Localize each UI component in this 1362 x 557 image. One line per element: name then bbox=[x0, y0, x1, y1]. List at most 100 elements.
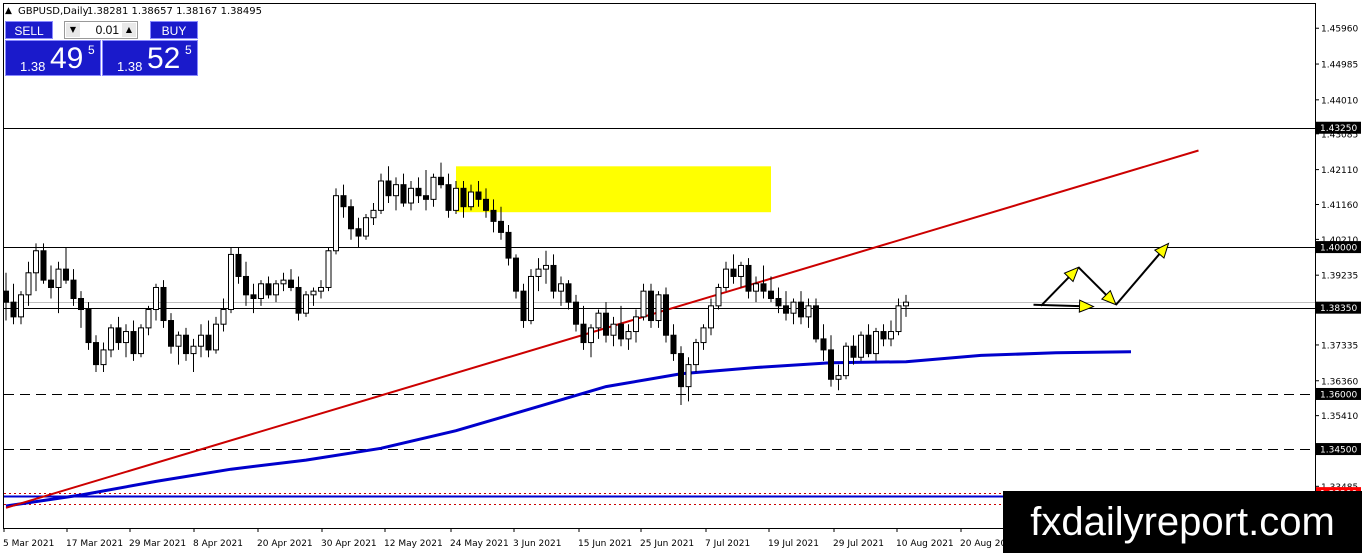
candle-body bbox=[363, 217, 369, 237]
candle-body bbox=[378, 180, 384, 211]
candle-body bbox=[265, 283, 272, 296]
candle-body bbox=[663, 294, 669, 336]
candle-body bbox=[108, 327, 114, 351]
header-title-group: ▲ GBPUSD,Daily 1.38281 1.38657 1.38167 1… bbox=[5, 6, 262, 17]
candle-body bbox=[295, 286, 302, 314]
candle-body bbox=[610, 323, 617, 336]
candle-body bbox=[753, 283, 759, 292]
candle-body bbox=[325, 250, 332, 288]
candle-body bbox=[153, 286, 159, 311]
candle-body bbox=[25, 272, 32, 296]
candle-body bbox=[708, 305, 714, 329]
candle-body bbox=[520, 290, 527, 322]
x-tick-label: 19 Jul 2021 bbox=[768, 539, 819, 549]
candle-body bbox=[168, 320, 174, 347]
candle-body bbox=[310, 290, 317, 296]
candle-body bbox=[63, 268, 69, 281]
candle-body bbox=[385, 180, 392, 197]
candle-body bbox=[715, 286, 722, 307]
x-tick-label: 30 Apr 2021 bbox=[321, 539, 377, 549]
level-label-text: 1.43250 bbox=[1320, 124, 1357, 134]
candle bbox=[528, 269, 534, 325]
candle-body bbox=[670, 334, 677, 355]
candle-body bbox=[843, 345, 849, 377]
candle-body bbox=[355, 228, 362, 237]
x-tick-label: 29 Jul 2021 bbox=[833, 539, 884, 549]
buy-price-box[interactable]: 1.38 52 5 bbox=[102, 40, 198, 76]
level-price-label: 1.34500 bbox=[1316, 443, 1361, 456]
x-tick-label: 24 May 2021 bbox=[450, 539, 509, 549]
arrow-shaft bbox=[1033, 303, 1080, 308]
candle-body bbox=[603, 312, 609, 336]
lot-decrease-icon[interactable]: ▼ bbox=[66, 23, 80, 37]
candle bbox=[843, 342, 849, 380]
candle-body bbox=[40, 250, 47, 281]
candle-body bbox=[640, 290, 647, 318]
candle-body bbox=[888, 331, 894, 340]
x-tick-label: 12 May 2021 bbox=[384, 539, 443, 549]
candle bbox=[303, 291, 309, 317]
header-symbol: GBPUSD,Daily bbox=[18, 6, 89, 17]
candle-body bbox=[340, 195, 347, 208]
buy-button[interactable]: BUY bbox=[150, 21, 198, 39]
candle-body bbox=[655, 294, 662, 322]
lot-size-field[interactable]: ▼ 0.01 ▲ bbox=[64, 21, 138, 39]
header-arrow-icon: ▲ bbox=[5, 6, 12, 16]
candle-body bbox=[685, 364, 692, 388]
candle-body bbox=[535, 268, 542, 277]
candle bbox=[228, 247, 234, 314]
sell-button[interactable]: SELL bbox=[5, 21, 53, 39]
candle-body bbox=[678, 353, 684, 388]
candle-body bbox=[618, 323, 624, 340]
candle-body bbox=[790, 301, 797, 314]
candle-body bbox=[93, 342, 99, 366]
candle-body bbox=[445, 184, 452, 211]
candle-body bbox=[138, 327, 144, 355]
buy-price-fraction: 5 bbox=[185, 43, 192, 57]
candle-body bbox=[490, 209, 497, 222]
candle bbox=[715, 283, 722, 310]
y-tick-label: 1.37335 bbox=[1321, 341, 1358, 351]
lot-increase-icon[interactable]: ▲ bbox=[122, 23, 136, 37]
candle-body bbox=[415, 187, 422, 197]
candle-body bbox=[475, 191, 482, 200]
candle-body bbox=[723, 268, 729, 288]
candle-body bbox=[33, 250, 39, 274]
candle bbox=[858, 331, 864, 361]
candle bbox=[85, 302, 92, 350]
candle-body bbox=[858, 334, 864, 358]
candle-body bbox=[250, 294, 257, 299]
y-tick-label: 1.36360 bbox=[1321, 377, 1358, 387]
candle bbox=[138, 324, 144, 358]
y-tick-label: 1.44985 bbox=[1321, 61, 1358, 71]
candle-body bbox=[580, 323, 587, 344]
x-tick-label: 15 Jun 2021 bbox=[578, 539, 632, 549]
candle-body bbox=[903, 301, 909, 307]
candle-body bbox=[835, 375, 842, 380]
candle-body bbox=[865, 334, 872, 355]
candle-body bbox=[273, 283, 279, 296]
candle-body bbox=[18, 294, 24, 318]
y-tick-label: 1.39235 bbox=[1321, 272, 1358, 282]
candle-body bbox=[895, 305, 902, 333]
candle-body bbox=[783, 305, 789, 314]
lot-size-value[interactable]: 0.01 bbox=[81, 22, 121, 38]
candle-body bbox=[10, 301, 17, 318]
one-click-trading-panel: SELL ▼ 0.01 ▲ BUY 1.38 49 5 1.38 52 5 bbox=[5, 21, 198, 76]
candle-body bbox=[430, 176, 437, 200]
x-tick-label: 7 Jul 2021 bbox=[705, 539, 750, 549]
candle-body bbox=[798, 301, 804, 318]
candle-body bbox=[880, 331, 887, 340]
candle-body bbox=[370, 209, 377, 219]
candle-body bbox=[805, 305, 812, 318]
x-tick-label: 3 Jun 2021 bbox=[513, 539, 561, 549]
candle-body bbox=[528, 275, 534, 322]
candle-body bbox=[565, 283, 572, 303]
candle-body bbox=[55, 268, 62, 288]
buy-price-pips: 52 bbox=[147, 42, 181, 75]
candle-body bbox=[123, 331, 129, 344]
level-price-label: 1.38350 bbox=[1316, 301, 1361, 314]
candle bbox=[325, 247, 332, 292]
sell-price-box[interactable]: 1.38 49 5 bbox=[5, 40, 101, 76]
candle-body bbox=[115, 327, 122, 344]
